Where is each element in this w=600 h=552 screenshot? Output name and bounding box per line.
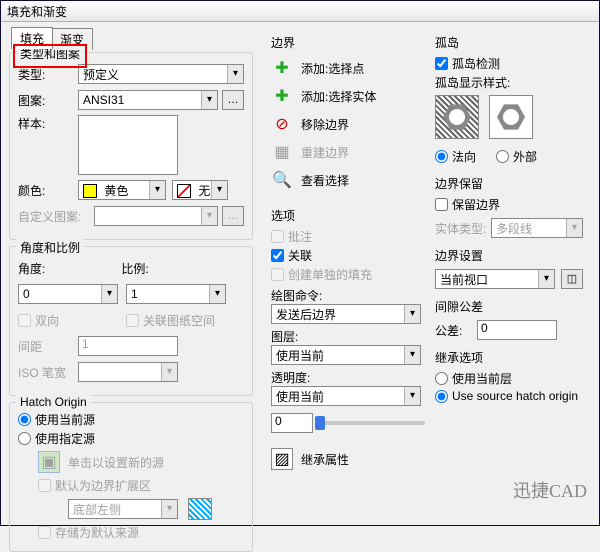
remove-boundary-row[interactable]: ⊘ 移除边界 bbox=[271, 113, 425, 135]
pattern-label: 图案: bbox=[18, 92, 78, 109]
group-origin: Hatch Origin 使用当前源 使用指定源 ▣ 单击以设置新的源 默认为边… bbox=[9, 402, 253, 552]
pick-point-icon: ▣ bbox=[38, 451, 60, 473]
color-swatch-icon bbox=[83, 184, 97, 198]
inherit-title: 继承选项 bbox=[435, 349, 583, 366]
add-select-row[interactable]: ✚ 添加:选择实体 bbox=[271, 85, 425, 107]
add-pick-icon: ✚ bbox=[271, 57, 293, 79]
custom-pattern-dropdown: ▾ bbox=[94, 206, 218, 226]
transparency-value-input[interactable]: 0 bbox=[271, 413, 313, 433]
draw-order-dropdown[interactable]: 发送后边界▾ bbox=[271, 304, 421, 324]
island-style-normal-preview[interactable] bbox=[435, 95, 479, 139]
island-style-label: 孤岛显示样式: bbox=[435, 74, 583, 91]
boundary-set-dropdown[interactable]: 当前视口▾ bbox=[435, 269, 555, 289]
sample-swatch[interactable] bbox=[78, 115, 178, 175]
sample-label: 样本: bbox=[18, 115, 78, 132]
annotate-checkbox: 批注 bbox=[271, 228, 425, 245]
pattern-dropdown[interactable]: ANSI31▾ bbox=[78, 90, 218, 110]
brand-watermark: 迅捷CAD bbox=[513, 477, 587, 503]
type-label: 类型: bbox=[18, 66, 78, 83]
default-extent-checkbox: 默认为边界扩展区 bbox=[38, 477, 244, 494]
color-dropdown[interactable]: 黄色▾ bbox=[78, 180, 166, 200]
col-right: 孤岛 孤岛检测 孤岛显示样式: 法向 外部 边界保留 保留边界 实体类型: 多段… bbox=[431, 22, 589, 525]
store-default-checkbox: 存储为默认来源 bbox=[38, 524, 244, 541]
bretain-title: 边界保留 bbox=[435, 175, 583, 192]
spacing-label: 间距 bbox=[18, 338, 78, 355]
hatch-preview-icon bbox=[188, 498, 212, 520]
origin-corner-dropdown: 底部左侧▾ bbox=[68, 499, 178, 519]
view-selection-icon: 🔍 bbox=[271, 169, 293, 191]
bset-title: 边界设置 bbox=[435, 247, 583, 264]
island-outer-radio[interactable]: 外部 bbox=[496, 148, 537, 165]
entity-type-label: 实体类型: bbox=[435, 220, 491, 237]
separate-checkbox: 创建单独的填充 bbox=[271, 266, 425, 283]
entity-type-dropdown: 多段线▾ bbox=[491, 218, 583, 238]
transparency-label: 透明度: bbox=[271, 369, 425, 386]
gap-title: 间隙公差 bbox=[435, 298, 583, 315]
scale-label: 比例: bbox=[121, 262, 148, 276]
tab-gradient[interactable]: 渐变 bbox=[51, 28, 93, 50]
draw-order-label: 绘图命令: bbox=[271, 287, 425, 304]
add-pick-row[interactable]: ✚ 添加:选择点 bbox=[271, 57, 425, 79]
hexagon-icon bbox=[497, 103, 525, 131]
iso-pen-dropdown: ▾ bbox=[78, 362, 178, 382]
view-selection-row[interactable]: 🔍 查看选择 bbox=[271, 169, 425, 191]
nofill-icon bbox=[177, 184, 191, 198]
rebuild-boundary-row: ▦ 重建边界 bbox=[271, 141, 425, 163]
fill-none-dropdown[interactable]: 无▾ bbox=[172, 180, 228, 200]
spacing-input: 1 bbox=[78, 336, 178, 356]
angle-label: 角度: bbox=[18, 262, 45, 276]
group-type-pattern: 类型和图案 类型: 预定义▾ 图案: ANSI31▾ … 样本: bbox=[9, 52, 253, 240]
island-normal-radio[interactable]: 法向 bbox=[435, 148, 476, 165]
pattern-browse-button[interactable]: … bbox=[222, 90, 244, 110]
assoc-checkbox[interactable]: 关联 bbox=[271, 247, 425, 264]
slider-thumb-icon bbox=[315, 416, 325, 430]
island-detect-checkbox[interactable]: 孤岛检测 bbox=[435, 55, 583, 72]
col-middle: 边界 ✚ 添加:选择点 ✚ 添加:选择实体 ⊘ 移除边界 ▦ 重建边界 🔍 查看… bbox=[261, 22, 431, 525]
layer-dropdown[interactable]: 使用当前▾ bbox=[271, 345, 421, 365]
paperspace-checkbox: 关联图纸空间 bbox=[126, 312, 215, 329]
inherit-props-button[interactable]: ▨ 继承属性 bbox=[271, 448, 425, 470]
inherit-layer-radio[interactable]: 使用当前层 bbox=[435, 370, 583, 387]
angle-dropdown[interactable]: 0▾ bbox=[18, 284, 118, 304]
boundary-set-new-button[interactable]: ◫ bbox=[561, 269, 583, 289]
bidir-checkbox: 双向 bbox=[18, 312, 118, 329]
col-left: 填充 渐变 类型和图案 类型: 预定义▾ 图案: ANSI31▾ bbox=[1, 22, 261, 525]
options-title: 选项 bbox=[271, 207, 425, 224]
window-title: 填充和渐变 bbox=[7, 3, 67, 20]
boundary-title: 边界 bbox=[271, 34, 425, 51]
origin-current-radio[interactable]: 使用当前源 bbox=[18, 411, 244, 428]
inherit-props-icon: ▨ bbox=[271, 448, 293, 470]
inherit-source-radio[interactable]: Use source hatch origin bbox=[435, 389, 583, 403]
gap-tol-label: 公差: bbox=[435, 322, 477, 339]
transparency-slider[interactable] bbox=[319, 421, 425, 425]
title-bar: 填充和渐变 bbox=[1, 1, 599, 22]
islands-title: 孤岛 bbox=[435, 34, 583, 51]
gap-tol-input[interactable]: 0 bbox=[477, 320, 557, 340]
group-angle-scale: 角度和比例 角度: 比例: 0▾ 1▾ 双向 关联图纸空间 间距 1 bbox=[9, 246, 253, 396]
iso-pen-label: ISO 笔宽 bbox=[18, 364, 78, 381]
origin-specified-radio[interactable]: 使用指定源 bbox=[18, 430, 244, 447]
remove-boundary-icon: ⊘ bbox=[271, 113, 293, 135]
tabstrip: 填充 渐变 bbox=[9, 26, 253, 50]
island-style-outer-preview[interactable] bbox=[489, 95, 533, 139]
color-label: 颜色: bbox=[18, 182, 78, 199]
hexagon-icon bbox=[443, 103, 471, 131]
custom-pattern-label: 自定义图案: bbox=[18, 208, 94, 225]
tab-fill[interactable]: 填充 bbox=[11, 27, 53, 49]
retain-boundary-checkbox[interactable]: 保留边界 bbox=[435, 196, 583, 213]
type-dropdown[interactable]: 预定义▾ bbox=[78, 64, 244, 84]
click-new-origin: 单击以设置新的源 bbox=[68, 454, 164, 471]
custom-browse-button: … bbox=[222, 206, 244, 226]
add-select-icon: ✚ bbox=[271, 85, 293, 107]
rebuild-boundary-icon: ▦ bbox=[271, 141, 293, 163]
transparency-dropdown[interactable]: 使用当前▾ bbox=[271, 386, 421, 406]
scale-dropdown[interactable]: 1▾ bbox=[126, 284, 226, 304]
layer-label: 图层: bbox=[271, 328, 425, 345]
dialog-window: 填充和渐变 填充 渐变 类型和图案 类型: 预定义▾ 图案: bbox=[0, 0, 600, 526]
